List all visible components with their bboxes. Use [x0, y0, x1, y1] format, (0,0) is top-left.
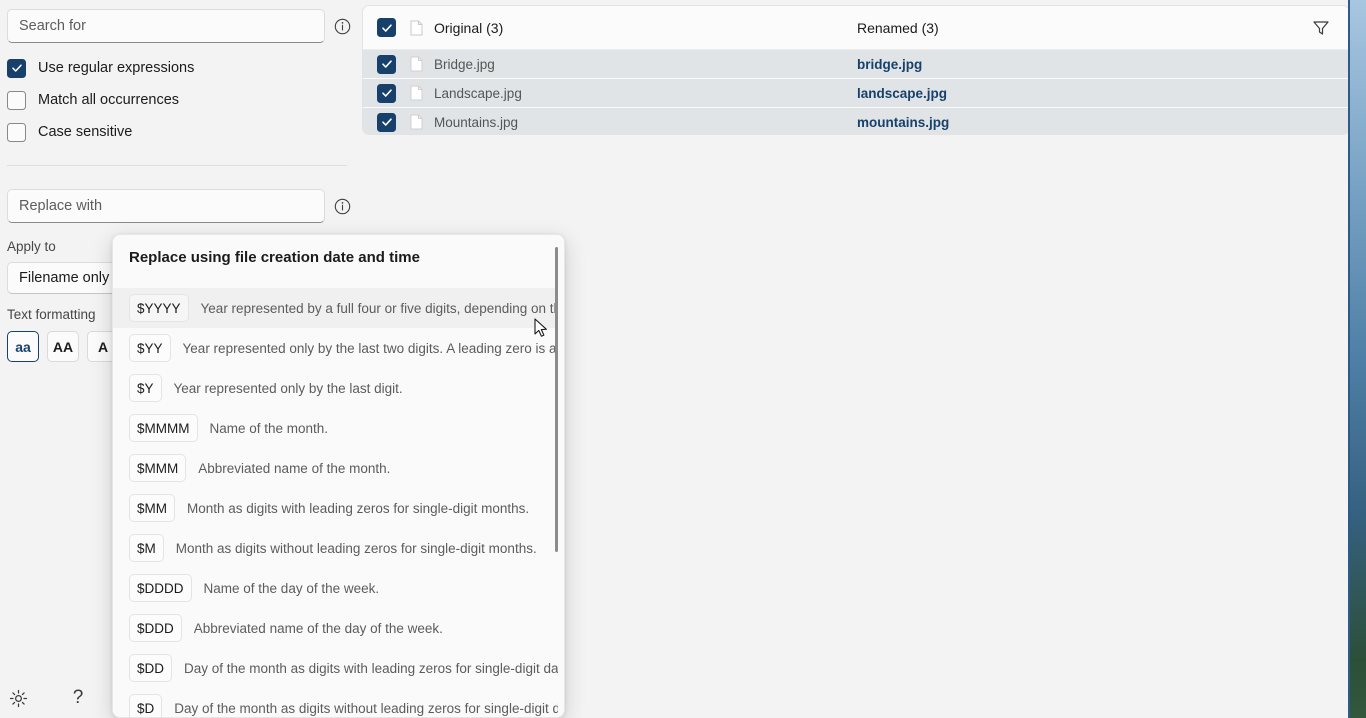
search-info-icon[interactable]: [334, 18, 351, 35]
option-label-use-regular-expressions: Use regular expressions: [38, 60, 194, 76]
flyout-title: Replace using file creation date and tim…: [129, 249, 420, 266]
table-row[interactable]: Mountains.jpg mountains.jpg: [363, 108, 1349, 135]
pattern-token[interactable]: $MMMM: [129, 414, 198, 442]
search-field-row: Search for: [7, 9, 351, 43]
list-item[interactable]: $MM Month as digits with leading zeros f…: [113, 488, 565, 528]
help-question-icon[interactable]: ?: [60, 680, 96, 716]
list-item[interactable]: $DD Day of the month as digits with lead…: [113, 648, 565, 688]
list-item[interactable]: $Y Year represented only by the last dig…: [113, 368, 565, 408]
option-match-all-occurrences[interactable]: Match all occurrences: [7, 89, 179, 111]
table-row[interactable]: Landscape.jpg landscape.jpg: [363, 79, 1349, 108]
powerrename-window: Search for Use regular expressions Match…: [0, 0, 1366, 718]
format-button-lowercase[interactable]: aa: [7, 331, 39, 362]
pattern-description: Month as digits without leading zeros fo…: [176, 541, 537, 556]
pattern-description: Day of the month as digits with leading …: [184, 661, 565, 676]
pattern-description: Year represented only by the last digit.: [174, 381, 403, 396]
option-label-case-sensitive: Case sensitive: [38, 124, 132, 140]
pattern-description: Abbreviated name of the day of the week.: [194, 621, 443, 636]
cell-renamed-name: bridge.jpg: [857, 57, 922, 72]
flyout-scrollbar-thumb[interactable]: [555, 247, 558, 552]
cell-renamed-name: mountains.jpg: [857, 115, 949, 130]
document-icon: [410, 56, 423, 72]
replace-field-row: Replace with: [7, 189, 351, 223]
checkbox-case-sensitive[interactable]: [7, 123, 26, 142]
panel-divider: [7, 165, 347, 166]
column-header-renamed[interactable]: Renamed (3): [857, 20, 939, 36]
row-checkbox[interactable]: [377, 55, 396, 74]
cell-original-name: Landscape.jpg: [434, 86, 834, 101]
list-item[interactable]: $YY Year represented only by the last tw…: [113, 328, 565, 368]
pattern-description: Year represented only by the last two di…: [183, 341, 565, 356]
pattern-token[interactable]: $DDD: [129, 614, 182, 642]
list-item[interactable]: $DDDD Name of the day of the week.: [113, 568, 565, 608]
file-list-header: Original (3) Renamed (3): [363, 6, 1349, 50]
gear-icon[interactable]: [0, 680, 36, 716]
pattern-description: Name of the day of the week.: [204, 581, 380, 596]
replace-info-icon[interactable]: [334, 198, 351, 215]
replace-input[interactable]: Replace with: [7, 189, 325, 223]
pattern-token[interactable]: $YY: [129, 334, 171, 362]
pattern-token[interactable]: $DDDD: [129, 574, 192, 602]
list-item[interactable]: $MMM Abbreviated name of the month.: [113, 448, 565, 488]
column-header-original[interactable]: Original (3): [434, 20, 834, 36]
text-formatting-buttons: aa AA A: [7, 331, 119, 362]
date-pattern-flyout: Replace using file creation date and tim…: [112, 234, 565, 718]
list-item[interactable]: $MMMM Name of the month.: [113, 408, 565, 448]
pattern-token[interactable]: $MMM: [129, 454, 186, 482]
pattern-description: Day of the month as digits without leadi…: [174, 701, 565, 716]
pattern-list[interactable]: $YYYY Year represented by a full four or…: [113, 288, 565, 718]
checkbox-match-all-occurrences[interactable]: [7, 91, 26, 110]
option-case-sensitive[interactable]: Case sensitive: [7, 121, 132, 143]
option-use-regular-expressions[interactable]: Use regular expressions: [7, 57, 194, 79]
pattern-description: Month as digits with leading zeros for s…: [187, 501, 529, 516]
document-icon: [410, 20, 423, 36]
row-checkbox[interactable]: [377, 113, 396, 132]
list-item[interactable]: $YYYY Year represented by a full four or…: [113, 288, 565, 328]
list-item[interactable]: $D Day of the month as digits without le…: [113, 688, 565, 718]
file-list-panel: Original (3) Renamed (3) Bridge.jpg brid…: [362, 5, 1350, 135]
list-item[interactable]: $M Month as digits without leading zeros…: [113, 528, 565, 568]
cell-original-name: Bridge.jpg: [434, 57, 834, 72]
pattern-token[interactable]: $YYYY: [129, 294, 189, 322]
list-item[interactable]: $DDD Abbreviated name of the day of the …: [113, 608, 565, 648]
search-input[interactable]: Search for: [7, 9, 325, 43]
text-formatting-label: Text formatting: [7, 307, 96, 322]
cell-original-name: Mountains.jpg: [434, 115, 834, 130]
format-button-uppercase[interactable]: AA: [47, 331, 79, 362]
bottom-toolbar: ?: [0, 678, 112, 718]
pattern-token[interactable]: $DD: [129, 654, 172, 682]
table-row[interactable]: Bridge.jpg bridge.jpg: [363, 50, 1349, 79]
flyout-right-mask: [558, 235, 564, 718]
option-label-match-all-occurrences: Match all occurrences: [38, 92, 179, 108]
filter-funnel-icon[interactable]: [1311, 18, 1331, 38]
pattern-description: Year represented by a full four or five …: [201, 301, 565, 316]
checkbox-use-regular-expressions[interactable]: [7, 59, 26, 78]
pattern-token[interactable]: $Y: [129, 374, 162, 402]
pattern-token[interactable]: $M: [129, 534, 164, 562]
document-icon: [410, 85, 423, 101]
apply-to-label: Apply to: [7, 239, 56, 254]
flyout-scrollbar[interactable]: [555, 247, 558, 707]
select-all-checkbox[interactable]: [377, 18, 396, 37]
cell-renamed-name: landscape.jpg: [857, 86, 947, 101]
row-checkbox[interactable]: [377, 84, 396, 103]
desktop-wallpaper-edge: [1350, 0, 1366, 718]
pattern-token[interactable]: $D: [129, 694, 162, 718]
pattern-token[interactable]: $MM: [129, 494, 175, 522]
document-icon: [410, 114, 423, 130]
pattern-description: Abbreviated name of the month.: [198, 461, 390, 476]
pattern-description: Name of the month.: [210, 421, 329, 436]
